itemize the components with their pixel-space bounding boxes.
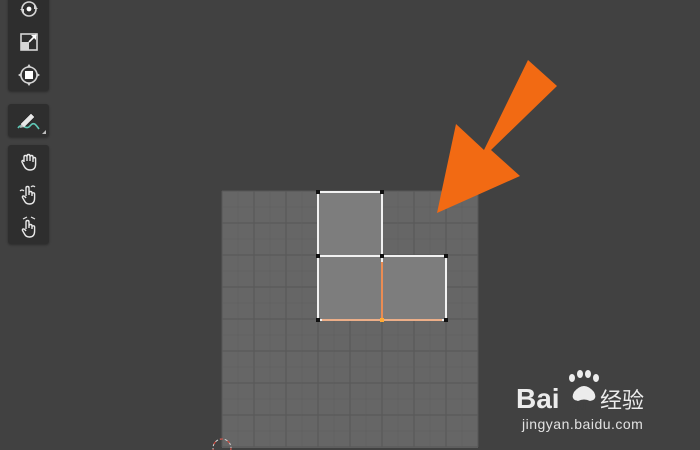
grab-hand-icon (20, 153, 36, 171)
annotate-tool-button[interactable] (8, 104, 49, 137)
uv-canvas[interactable] (0, 0, 700, 450)
pinch-hand-icon (21, 215, 35, 238)
uv-face-bottom-right[interactable] (381, 255, 447, 321)
toolbar-transform-group (8, 0, 49, 91)
uv-face-bottom-left[interactable] (317, 255, 383, 321)
scale-icon (19, 32, 38, 51)
scale-tool-button[interactable] (8, 25, 49, 58)
relax-hand-icon (19, 184, 35, 205)
uv-face-top[interactable] (317, 191, 383, 257)
relax-tool-button[interactable] (8, 178, 49, 211)
rotate-icon (19, 0, 38, 17)
uv-selected-vertex[interactable] (380, 318, 384, 322)
transform-tool-button[interactable] (8, 58, 49, 91)
annotation-arrow-icon (437, 60, 557, 213)
toolbar-annotate-group (8, 104, 49, 137)
pinch-tool-button[interactable] (8, 211, 49, 244)
rotate-tool-button[interactable] (8, 0, 49, 25)
transform-icon (17, 63, 40, 86)
annotate-pen-icon (16, 113, 40, 129)
toolbar-sculpt-group (8, 145, 49, 244)
uv-editor-viewport[interactable]: Bai du 经验 jingyan.baidu.com (0, 0, 700, 450)
grab-tool-button[interactable] (8, 145, 49, 178)
tool-submenu-indicator-icon (42, 130, 46, 134)
